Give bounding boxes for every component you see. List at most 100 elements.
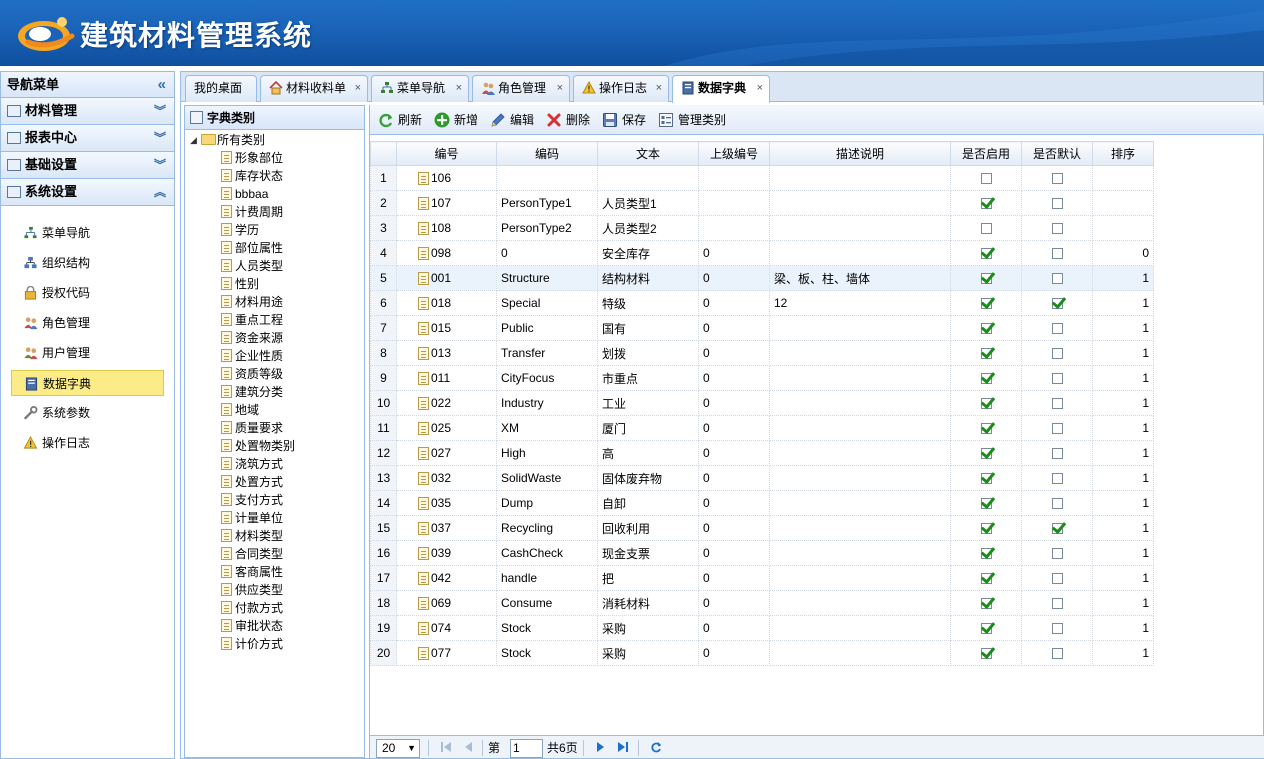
close-icon[interactable]: × xyxy=(355,76,361,101)
default-checkbox[interactable] xyxy=(1051,623,1063,635)
tab[interactable]: 数据字典 × xyxy=(672,75,770,103)
tree-node[interactable]: 形象部位 xyxy=(185,149,364,167)
tree-node[interactable]: 材料类型 xyxy=(185,527,364,545)
enabled-checkbox[interactable] xyxy=(980,198,992,210)
cell-order[interactable]: 1 xyxy=(1092,340,1154,366)
cell-order[interactable]: 1 xyxy=(1092,490,1154,516)
cell-code[interactable]: Stock xyxy=(496,615,598,641)
cell-desc[interactable] xyxy=(769,515,951,541)
cell-default[interactable] xyxy=(1021,565,1093,591)
cell-parent[interactable] xyxy=(698,165,770,191)
tab[interactable]: 菜单导航 × xyxy=(371,75,469,102)
cell-desc[interactable] xyxy=(769,490,951,516)
close-icon[interactable]: × xyxy=(557,76,563,101)
table-row[interactable]: 2 107 PersonType1 人员类型1 xyxy=(370,190,1154,216)
cell-id[interactable]: 027 xyxy=(396,440,497,466)
cell-desc[interactable] xyxy=(769,565,951,591)
cell-order[interactable]: 1 xyxy=(1092,515,1154,541)
cell-order[interactable]: 1 xyxy=(1092,640,1154,666)
column-header-order[interactable]: 排序 xyxy=(1092,141,1154,166)
cell-desc[interactable] xyxy=(769,190,951,216)
next-page-icon[interactable] xyxy=(595,741,607,753)
cell-enabled[interactable] xyxy=(950,165,1022,191)
nav-item[interactable]: 菜单导航 xyxy=(11,220,164,246)
tree-node[interactable]: 付款方式 xyxy=(185,599,364,617)
cell-desc[interactable] xyxy=(769,540,951,566)
table-row[interactable]: 8 013 Transfer 划拨 0 1 xyxy=(370,340,1154,366)
close-icon[interactable]: × xyxy=(456,76,462,101)
last-page-icon[interactable] xyxy=(617,741,629,753)
chevron-up-icon[interactable]: ︽ xyxy=(154,179,166,205)
cell-desc[interactable] xyxy=(769,415,951,441)
cell-enabled[interactable] xyxy=(950,540,1022,566)
cell-desc[interactable] xyxy=(769,215,951,241)
cell-parent[interactable]: 0 xyxy=(698,340,770,366)
cell-order[interactable]: 1 xyxy=(1092,415,1154,441)
cell-desc[interactable] xyxy=(769,315,951,341)
cell-text[interactable]: 回收利用 xyxy=(597,515,699,541)
default-checkbox[interactable] xyxy=(1051,498,1063,510)
cell-desc[interactable] xyxy=(769,640,951,666)
cell-id[interactable]: 107 xyxy=(396,190,497,216)
chevron-down-icon[interactable]: ︾ xyxy=(154,152,166,178)
cell-order[interactable]: 1 xyxy=(1092,590,1154,616)
tree-node[interactable]: 合同类型 xyxy=(185,545,364,563)
cell-default[interactable] xyxy=(1021,290,1093,316)
cell-default[interactable] xyxy=(1021,615,1093,641)
table-row[interactable]: 6 018 Special 特级 0 12 1 xyxy=(370,290,1154,316)
cell-enabled[interactable] xyxy=(950,590,1022,616)
tab[interactable]: 我的桌面 xyxy=(185,75,257,102)
page-number-input[interactable]: 1 xyxy=(510,739,543,758)
enabled-checkbox[interactable] xyxy=(980,298,992,310)
tree-node[interactable]: 库存状态 xyxy=(185,167,364,185)
cell-default[interactable] xyxy=(1021,165,1093,191)
cell-default[interactable] xyxy=(1021,240,1093,266)
table-row[interactable]: 11 025 XM 厦门 0 1 xyxy=(370,415,1154,441)
cell-enabled[interactable] xyxy=(950,515,1022,541)
tree-node[interactable]: 资金来源 xyxy=(185,329,364,347)
table-row[interactable]: 15 037 Recycling 回收利用 0 1 xyxy=(370,515,1154,541)
cell-enabled[interactable] xyxy=(950,490,1022,516)
cell-text[interactable] xyxy=(597,165,699,191)
chevron-down-icon[interactable]: ︾ xyxy=(154,125,166,151)
add-button[interactable]: 新增 xyxy=(434,111,478,129)
cell-default[interactable] xyxy=(1021,415,1093,441)
manage-category-button[interactable]: 管理类别 xyxy=(658,111,726,129)
cell-enabled[interactable] xyxy=(950,290,1022,316)
cell-id[interactable]: 035 xyxy=(396,490,497,516)
nav-item[interactable]: 角色管理 xyxy=(11,310,164,336)
enabled-checkbox[interactable] xyxy=(980,273,992,285)
default-checkbox[interactable] xyxy=(1051,448,1063,460)
table-row[interactable]: 13 032 SolidWaste 固体废弃物 0 1 xyxy=(370,465,1154,491)
cell-text[interactable]: 采购 xyxy=(597,615,699,641)
table-row[interactable]: 1 106 xyxy=(370,165,1154,191)
cell-code[interactable]: Consume xyxy=(496,590,598,616)
cell-order[interactable]: 1 xyxy=(1092,290,1154,316)
cell-order[interactable]: 1 xyxy=(1092,615,1154,641)
cell-enabled[interactable] xyxy=(950,565,1022,591)
column-header-default[interactable]: 是否默认 xyxy=(1021,141,1093,166)
enabled-checkbox[interactable] xyxy=(980,398,992,410)
cell-id[interactable]: 001 xyxy=(396,265,497,291)
table-row[interactable]: 10 022 Industry 工业 0 1 xyxy=(370,390,1154,416)
nav-group[interactable]: 系统设置 ︽ xyxy=(1,179,174,206)
cell-code[interactable]: Dump xyxy=(496,490,598,516)
cell-enabled[interactable] xyxy=(950,190,1022,216)
cell-text[interactable]: 高 xyxy=(597,440,699,466)
cell-enabled[interactable] xyxy=(950,640,1022,666)
cell-code[interactable]: Structure xyxy=(496,265,598,291)
cell-text[interactable]: 把 xyxy=(597,565,699,591)
default-checkbox[interactable] xyxy=(1051,323,1063,335)
cell-order[interactable]: 1 xyxy=(1092,440,1154,466)
column-header-text[interactable]: 文本 xyxy=(597,141,699,166)
cell-desc[interactable]: 梁、板、柱、墙体 xyxy=(769,265,951,291)
tab[interactable]: 角色管理 × xyxy=(472,75,570,102)
cell-default[interactable] xyxy=(1021,640,1093,666)
cell-code[interactable]: PersonType2 xyxy=(496,215,598,241)
enabled-checkbox[interactable] xyxy=(980,498,992,510)
table-row[interactable]: 9 011 CityFocus 市重点 0 1 xyxy=(370,365,1154,391)
cell-parent[interactable]: 0 xyxy=(698,265,770,291)
cell-enabled[interactable] xyxy=(950,240,1022,266)
column-header-parent[interactable]: 上级编号 xyxy=(698,141,770,166)
cell-text[interactable]: 固体废弃物 xyxy=(597,465,699,491)
